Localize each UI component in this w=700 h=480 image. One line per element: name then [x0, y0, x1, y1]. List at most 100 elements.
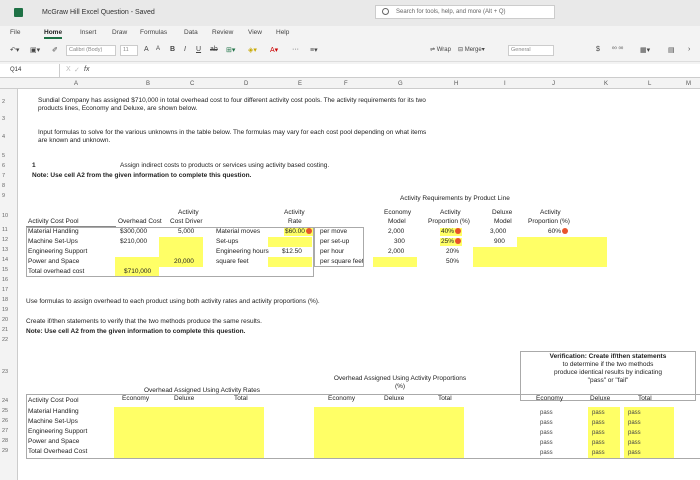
italic-button[interactable]: I: [184, 46, 186, 53]
column-header[interactable]: I: [504, 81, 506, 87]
deluxe-proportion[interactable]: 60%: [548, 228, 569, 236]
bold-button[interactable]: B: [170, 46, 175, 53]
font-color-icon[interactable]: ⊞▾: [226, 46, 235, 54]
column-header[interactable]: F: [344, 81, 348, 87]
economy-requirement[interactable]: 2,000: [388, 228, 404, 236]
row-header[interactable]: 12: [2, 237, 8, 243]
decimal-icon[interactable]: ⁰⁰ ⁰⁰: [612, 46, 623, 53]
currency-button[interactable]: $: [596, 46, 600, 53]
title-bar: McGraw Hill Excel Question - Saved Searc…: [0, 0, 700, 26]
tab-review[interactable]: Review: [212, 29, 233, 36]
column-header[interactable]: K: [604, 81, 608, 87]
row-header[interactable]: 21: [2, 327, 8, 333]
function-icon[interactable]: fx: [84, 66, 89, 73]
text-color-icon[interactable]: A▾: [270, 46, 278, 54]
header-activity-cost-pool: Activity Cost Pool: [28, 218, 79, 225]
economy-proportion[interactable]: 50%: [446, 258, 459, 266]
row-header[interactable]: 17: [2, 287, 8, 293]
confirm-formula-icon[interactable]: ✓: [74, 66, 80, 74]
row-header[interactable]: 6: [2, 163, 5, 169]
format-painter-icon[interactable]: ✐: [52, 46, 58, 54]
row-header[interactable]: 25: [2, 408, 8, 414]
row-header[interactable]: 15: [2, 267, 8, 273]
undo-icon[interactable]: ↶▾: [10, 46, 19, 54]
row-header[interactable]: 19: [2, 307, 8, 313]
row-header[interactable]: 28: [2, 438, 8, 444]
tab-insert[interactable]: Insert: [80, 29, 96, 36]
row-header[interactable]: 22: [2, 337, 8, 343]
strikethrough-icon[interactable]: ab: [210, 46, 218, 53]
column-header[interactable]: M: [686, 81, 691, 87]
wrap-button[interactable]: ⇌ Wrap: [430, 46, 451, 53]
tab-draw[interactable]: Draw: [112, 29, 127, 36]
row-header[interactable]: 29: [2, 448, 8, 454]
error-icon[interactable]: [455, 238, 462, 245]
row-header[interactable]: 7: [2, 173, 5, 179]
economy-requirement[interactable]: 2,000: [388, 248, 404, 256]
row-header[interactable]: 13: [2, 247, 8, 253]
table-format-icon[interactable]: ▤: [668, 46, 675, 54]
worksheet[interactable]: Sundial Company has assigned $710,000 in…: [18, 89, 700, 480]
error-icon[interactable]: [562, 228, 569, 235]
input-cell[interactable]: [373, 257, 417, 267]
more-icon[interactable]: ›: [688, 46, 690, 53]
row-header[interactable]: 2: [2, 99, 5, 105]
error-icon[interactable]: [455, 228, 462, 235]
clipboard-icon[interactable]: ▣▾: [30, 46, 40, 54]
fill-color-icon[interactable]: ◈▾: [248, 46, 257, 54]
tab-home[interactable]: Home: [44, 29, 63, 39]
economy-proportion[interactable]: 25%: [440, 238, 463, 246]
row-header[interactable]: 24: [2, 398, 8, 404]
row-header[interactable]: 23: [2, 369, 8, 375]
row-header[interactable]: 10: [2, 213, 8, 219]
economy-requirement[interactable]: 300: [394, 238, 405, 246]
number-format-select[interactable]: General: [508, 45, 554, 56]
column-header[interactable]: G: [398, 81, 403, 87]
underline-button[interactable]: U: [196, 46, 201, 53]
row-header[interactable]: 5: [2, 153, 5, 159]
tab-formulas[interactable]: Formulas: [140, 29, 167, 36]
tab-file[interactable]: File: [10, 29, 20, 36]
increase-font-icon[interactable]: A: [144, 46, 149, 53]
input-cell[interactable]: [473, 247, 517, 267]
row-header[interactable]: 3: [2, 116, 5, 122]
column-header[interactable]: B: [146, 81, 150, 87]
conditional-format-icon[interactable]: ▦▾: [640, 46, 650, 54]
tab-view[interactable]: View: [248, 29, 262, 36]
row-header[interactable]: 4: [2, 134, 5, 140]
cancel-formula-icon[interactable]: X: [66, 66, 71, 73]
economy-proportion[interactable]: 40%: [440, 228, 463, 236]
input-cell[interactable]: [517, 237, 607, 267]
row-header[interactable]: 18: [2, 297, 8, 303]
column-header[interactable]: L: [648, 81, 651, 87]
row-header[interactable]: 8: [2, 183, 5, 189]
search-box[interactable]: Search for tools, help, and more (Alt + …: [375, 5, 555, 19]
deluxe-requirement[interactable]: 3,000: [490, 228, 506, 236]
instructions-line1: Input formulas to solve for the various …: [38, 129, 427, 136]
tab-data[interactable]: Data: [184, 29, 198, 36]
row-header[interactable]: 16: [2, 277, 8, 283]
row-header[interactable]: 27: [2, 428, 8, 434]
merge-button[interactable]: ⊟ Merge▾: [458, 46, 485, 53]
row-header[interactable]: 26: [2, 418, 8, 424]
row-header[interactable]: 14: [2, 257, 8, 263]
decrease-font-icon[interactable]: A: [156, 46, 160, 52]
column-header[interactable]: E: [298, 81, 302, 87]
row-header[interactable]: 11: [2, 227, 8, 233]
economy-proportion[interactable]: 20%: [446, 248, 459, 256]
column-header[interactable]: A: [74, 81, 78, 87]
font-name-select[interactable]: Calibri (Body): [66, 45, 116, 56]
column-header[interactable]: C: [190, 81, 194, 87]
units-table-border: [314, 227, 364, 267]
column-header[interactable]: D: [244, 81, 248, 87]
tab-help[interactable]: Help: [276, 29, 289, 36]
deluxe-requirement[interactable]: 900: [494, 238, 505, 246]
row-header[interactable]: 20: [2, 317, 8, 323]
name-box[interactable]: Q14: [0, 64, 60, 77]
more-options-icon[interactable]: ···: [292, 46, 299, 53]
column-header[interactable]: J: [552, 81, 555, 87]
font-size-select[interactable]: 11: [120, 45, 138, 56]
column-header[interactable]: H: [454, 81, 458, 87]
align-icon[interactable]: ≡▾: [310, 46, 318, 54]
row-header[interactable]: 9: [2, 193, 5, 199]
